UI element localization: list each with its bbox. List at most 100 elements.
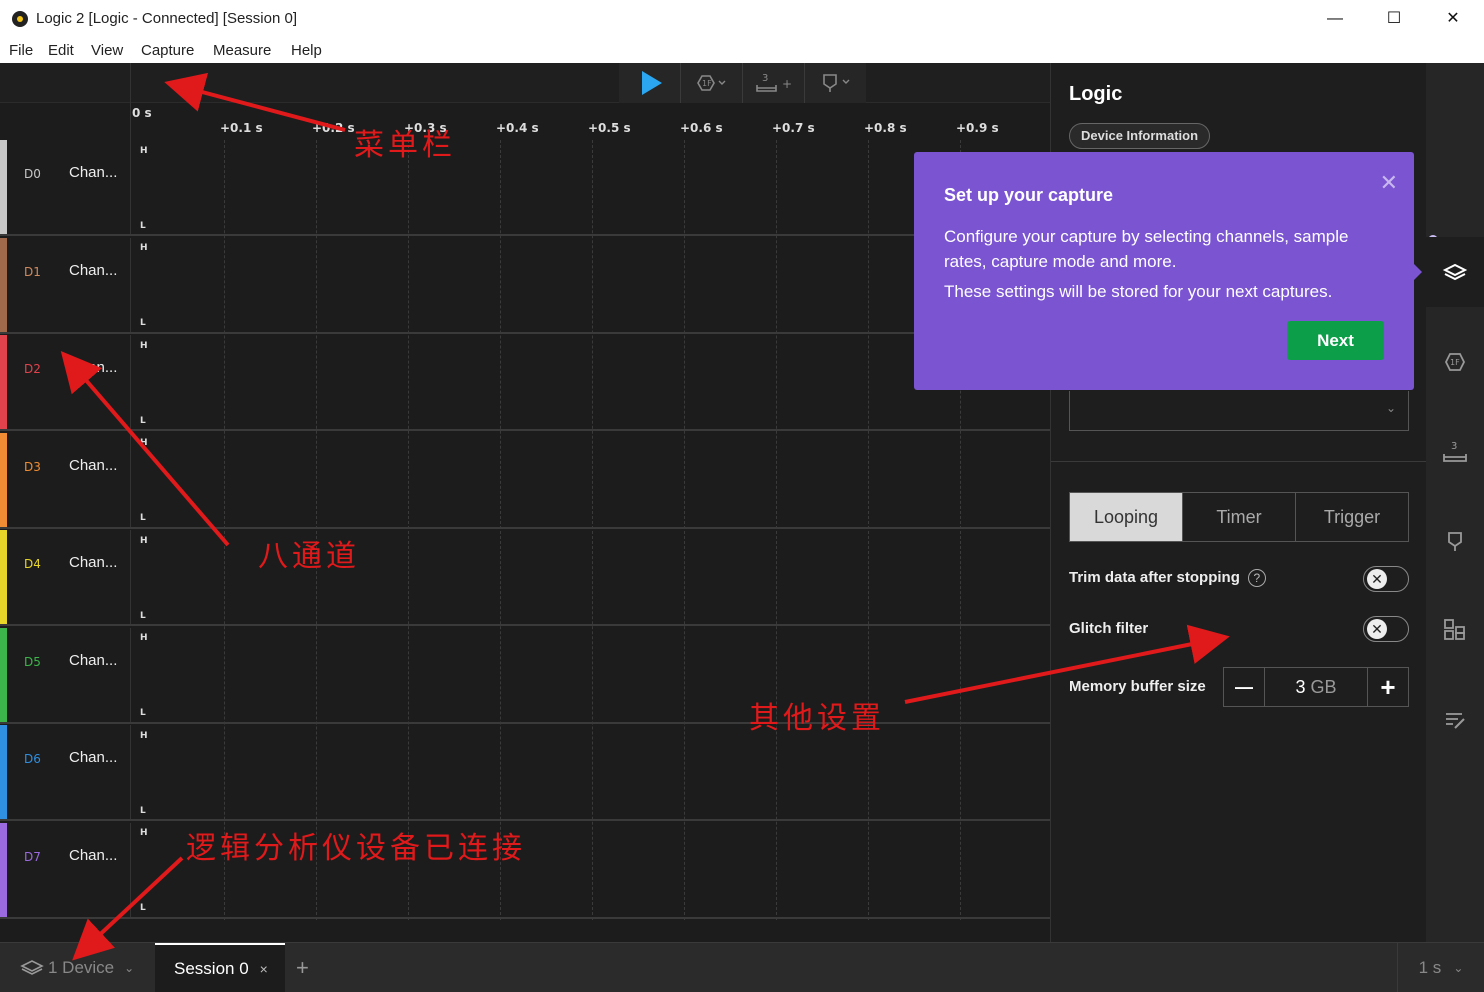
low-marker: L [140, 611, 146, 621]
add-session-button[interactable]: + [296, 955, 309, 981]
menu-file[interactable]: File [9, 42, 33, 59]
timeline-left-cell [0, 103, 131, 140]
timing-markers-tab[interactable]: 3 [1426, 417, 1484, 487]
channel-row[interactable]: D3 Chan... H L [0, 433, 1050, 529]
channel-row[interactable]: D4 Chan... H L [0, 530, 1050, 626]
channel-row[interactable]: D6 Chan... H L [0, 725, 1050, 821]
minimize-button[interactable]: — [1315, 6, 1355, 32]
menu-view[interactable]: View [91, 42, 123, 59]
channel-id: D4 [24, 557, 41, 571]
timing-marker-icon: 3 [1443, 441, 1467, 462]
high-marker: H [140, 243, 148, 253]
sample-rate-dropdown[interactable]: ⌄ [1069, 391, 1409, 431]
glitch-filter-toggle[interactable]: ✕ [1363, 616, 1409, 642]
channel-row[interactable]: D0 Chan... H L [0, 140, 1050, 236]
time-tick: +0.9 s [956, 121, 999, 135]
popover-close-icon[interactable]: ✕ [1380, 170, 1398, 196]
channel-id: D6 [24, 752, 41, 766]
notes-tab[interactable] [1426, 685, 1484, 755]
device-selector[interactable]: 1 Device ⌄ [0, 943, 154, 992]
capture-mode-tabs: Looping Timer Trigger [1069, 492, 1409, 542]
channel-row[interactable]: D5 Chan... H L [0, 628, 1050, 724]
tab-looping[interactable]: Looping [1070, 493, 1183, 541]
channel-name[interactable]: Chan... [69, 847, 117, 864]
timeline-header: 0 s +0.1 s +0.2 s +0.3 s +0.4 s +0.5 s +… [0, 103, 1050, 140]
analyzers-tab[interactable]: 1F [1426, 327, 1484, 397]
measurements-tab[interactable] [1426, 506, 1484, 576]
channel-list: D0 Chan... H L D1 Chan... H L D2 Chan...… [0, 140, 1050, 920]
annotation-eight-channels: 八通道 [258, 539, 360, 574]
trim-data-label: Trim data after stopping [1069, 569, 1240, 586]
device-count-label: 1 Device [48, 958, 115, 977]
add-timing-marker-button[interactable]: 3 + [743, 63, 805, 103]
increase-memory-button[interactable]: + [1368, 668, 1408, 706]
popover-body-text: Configure your capture by selecting chan… [944, 227, 1349, 271]
close-session-icon[interactable]: × [260, 961, 268, 977]
toolbar-left-cell [0, 63, 131, 103]
bottom-bar: 1 Device ⌄ Session 0 × + 1 s ⌄ [0, 942, 1484, 992]
channel-row[interactable]: D1 Chan... H L [0, 238, 1050, 334]
time-tick: +0.5 s [588, 121, 631, 135]
channel-name[interactable]: Chan... [69, 749, 117, 766]
menu-measure[interactable]: Measure [213, 42, 271, 59]
channel-name[interactable]: Chan... [69, 164, 117, 181]
menu-edit[interactable]: Edit [48, 42, 74, 59]
channel-name[interactable]: Chan... [69, 359, 117, 376]
menu-help[interactable]: Help [291, 42, 322, 59]
channel-id: D1 [24, 265, 41, 279]
trigger-icon: 1F [696, 75, 725, 91]
low-marker: L [140, 318, 146, 328]
channel-id: D5 [24, 655, 41, 669]
trim-data-row: Trim data after stopping? [1069, 569, 1266, 588]
extensions-tab[interactable] [1426, 595, 1484, 665]
channel-name[interactable]: Chan... [69, 457, 117, 474]
memory-value: 3 [1295, 676, 1306, 697]
grid-line [868, 140, 869, 920]
device-information-button[interactable]: Device Information [1069, 123, 1211, 149]
channel-label-column [0, 823, 131, 917]
notes-edit-icon [1446, 713, 1465, 729]
high-marker: H [140, 146, 148, 156]
high-marker: H [140, 438, 148, 448]
decrease-memory-button[interactable]: — [1224, 668, 1264, 706]
channel-id: D3 [24, 460, 41, 474]
tab-trigger[interactable]: Trigger [1296, 493, 1408, 541]
time-scale-label: 1 s [1418, 958, 1442, 977]
tab-session-0[interactable]: Session 0 × [155, 943, 285, 992]
channel-name[interactable]: Chan... [69, 262, 117, 279]
menu-capture[interactable]: Capture [141, 42, 194, 59]
maximize-button[interactable]: ☐ [1374, 6, 1414, 32]
channel-name[interactable]: Chan... [69, 652, 117, 669]
grid-line [684, 140, 685, 920]
memory-buffer-label: Memory buffer size [1069, 678, 1206, 695]
measurement-pin-icon [822, 74, 849, 92]
capture-toolbar: 1F 3 + [619, 63, 866, 103]
annotation-menu-bar: 菜单栏 [354, 128, 456, 163]
high-marker: H [140, 828, 148, 838]
setup-capture-popover: Set up your capture ✕ Configure your cap… [914, 152, 1422, 390]
time-scale-selector[interactable]: 1 s ⌄ [1397, 943, 1484, 992]
grid-line [224, 140, 225, 920]
channel-color-stripe [0, 433, 7, 527]
tab-timer[interactable]: Timer [1183, 493, 1296, 541]
channel-id: D7 [24, 850, 41, 864]
grid-line [500, 140, 501, 920]
close-window-button[interactable]: ✕ [1433, 6, 1473, 32]
help-icon[interactable]: ? [1247, 569, 1266, 588]
channel-name[interactable]: Chan... [69, 554, 117, 571]
chevron-down-icon: ⌄ [1385, 401, 1396, 415]
channel-label-column [0, 238, 131, 332]
trim-data-toggle[interactable]: ✕ [1363, 566, 1409, 592]
device-settings-tab[interactable] [1426, 237, 1484, 307]
channel-label-column [0, 335, 131, 429]
next-button[interactable]: Next [1287, 321, 1384, 360]
time-tick: +0.6 s [680, 121, 723, 135]
start-capture-button[interactable] [619, 63, 681, 103]
channel-row[interactable]: D2 Chan... H L [0, 335, 1050, 431]
high-marker: H [140, 731, 148, 741]
trigger-marker-button[interactable]: 1F [681, 63, 743, 103]
memory-buffer-value[interactable]: 3 GB [1264, 668, 1368, 706]
timing-marker-icon: 3 + [755, 73, 792, 92]
add-measurement-button[interactable] [805, 63, 866, 103]
low-marker: L [140, 806, 146, 816]
